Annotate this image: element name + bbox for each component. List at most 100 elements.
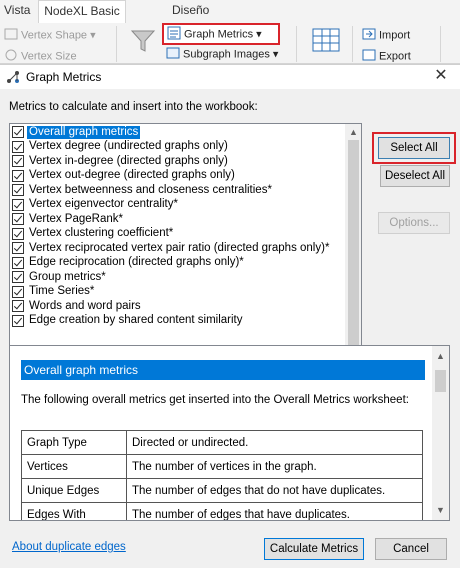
tab-diseno[interactable]: Diseño — [168, 0, 213, 22]
help-scrollbar[interactable]: ▲ ▼ — [432, 346, 449, 520]
ribbon-divider — [440, 26, 441, 62]
subgraph-images-label: Subgraph Images — [183, 48, 270, 61]
import-button[interactable]: Import — [362, 28, 410, 43]
about-duplicate-edges-link[interactable]: About duplicate edges — [12, 541, 126, 553]
vertex-shape-label: Vertex Shape — [21, 29, 88, 42]
export-button[interactable]: Export — [362, 49, 411, 64]
metrics-icon — [167, 26, 181, 43]
cancel-button[interactable]: Cancel — [375, 538, 447, 560]
subgraph-images-button[interactable]: Subgraph Images ▾ — [166, 47, 278, 62]
metric-item[interactable]: Group metrics* — [12, 270, 344, 285]
vertex-size-label: Vertex Size — [21, 50, 77, 63]
ribbon-divider — [116, 26, 117, 62]
help-table-row: Vertices The number of vertices in the gr… — [21, 454, 423, 479]
metric-item[interactable]: Vertex out-degree (directed graphs only) — [12, 169, 344, 184]
calculate-metrics-button[interactable]: Calculate Metrics — [264, 538, 364, 560]
vertex-size-button[interactable]: Vertex Size — [4, 49, 77, 64]
dialog-titlebar: Graph Metrics ✕ — [0, 65, 460, 89]
scroll-down-icon[interactable]: ▼ — [432, 502, 449, 518]
dialog-title: Graph Metrics — [26, 70, 102, 84]
metric-label: Vertex out-degree (directed graphs only) — [29, 169, 235, 182]
help-table-definition: The number of vertices in the graph. — [126, 454, 423, 479]
metric-label: Vertex in-degree (directed graphs only) — [29, 154, 228, 167]
metric-checkbox[interactable] — [12, 314, 24, 327]
graph-metrics-label: Graph Metrics — [184, 28, 254, 41]
metric-checkbox[interactable] — [12, 271, 24, 284]
metric-checkbox[interactable] — [12, 126, 24, 139]
subgraph-icon — [166, 47, 180, 62]
metric-checkbox[interactable] — [12, 169, 24, 182]
metric-item[interactable]: Vertex in-degree (directed graphs only) — [12, 154, 344, 169]
table-icon[interactable] — [312, 28, 340, 55]
metric-checkbox[interactable] — [12, 300, 24, 313]
metric-item[interactable]: Vertex betweenness and closeness central… — [12, 183, 344, 198]
import-icon — [362, 28, 376, 43]
metric-item[interactable]: Vertex degree (undirected graphs only) — [12, 140, 344, 155]
help-table-row: Edges With The number of edges that have … — [21, 502, 423, 520]
metric-label: Edge creation by shared content similari… — [29, 314, 243, 327]
scroll-up-icon[interactable]: ▲ — [345, 124, 361, 140]
metric-item[interactable]: Words and word pairs — [12, 299, 344, 314]
metric-item[interactable]: Overall graph metrics — [12, 125, 344, 140]
help-description: The following overall metrics get insert… — [21, 394, 409, 406]
metric-checkbox[interactable] — [12, 140, 24, 153]
size-icon — [4, 49, 18, 64]
graph-metrics-ribbon-button[interactable]: Graph Metrics ▾ — [162, 23, 280, 45]
help-table-row: Unique Edges The number of edges that do … — [21, 478, 423, 503]
help-table-definition: The number of edges that do not have dup… — [126, 478, 423, 503]
graph-metrics-dialog: Graph Metrics ✕ Metrics to calculate and… — [0, 64, 460, 568]
help-table-definition: Directed or undirected. — [126, 430, 423, 455]
metric-checkbox[interactable] — [12, 213, 24, 226]
metric-label: Vertex betweenness and closeness central… — [29, 183, 272, 196]
deselect-all-button[interactable]: Deselect All — [380, 165, 450, 187]
metric-label: Vertex PageRank* — [29, 212, 123, 225]
metric-label: Edge reciprocation (directed graphs only… — [29, 256, 244, 269]
metrics-instruction: Metrics to calculate and insert into the… — [9, 101, 258, 113]
metric-checkbox[interactable] — [12, 242, 24, 255]
scroll-thumb[interactable] — [348, 140, 359, 376]
close-button[interactable]: ✕ — [430, 66, 452, 86]
help-table: Graph Type Directed or undirected. Vertice… — [21, 430, 423, 520]
metric-label: Vertex reciprocated vertex pair ratio (d… — [29, 241, 330, 254]
metric-label: Vertex clustering coefficient* — [29, 227, 174, 240]
help-heading: Overall graph metrics — [21, 360, 425, 380]
metric-item[interactable]: Vertex PageRank* — [12, 212, 344, 227]
scroll-up-icon[interactable]: ▲ — [432, 348, 449, 364]
metric-item[interactable]: Edge creation by shared content similari… — [12, 314, 344, 329]
options-button[interactable]: Options... — [378, 212, 450, 234]
metric-checkbox[interactable] — [12, 198, 24, 211]
tab-vista[interactable]: Vista — [0, 0, 34, 22]
metric-checkbox[interactable] — [12, 155, 24, 168]
metric-checkbox[interactable] — [12, 184, 24, 197]
metric-item[interactable]: Vertex clustering coefficient* — [12, 227, 344, 242]
metric-label: Vertex eigenvector centrality* — [29, 198, 178, 211]
import-label: Import — [379, 29, 411, 42]
filter-icon[interactable] — [130, 28, 156, 57]
tab-nodexl-basic[interactable]: NodeXL Basic — [38, 0, 126, 23]
export-label: Export — [379, 50, 411, 63]
metric-checkbox[interactable] — [12, 285, 24, 298]
scroll-thumb[interactable] — [435, 370, 446, 392]
metric-item[interactable]: Edge reciprocation (directed graphs only… — [12, 256, 344, 271]
metric-item[interactable]: Vertex reciprocated vertex pair ratio (d… — [12, 241, 344, 256]
help-table-definition: The number of edges that have duplicates… — [126, 502, 423, 520]
help-table-term: Unique Edges — [21, 478, 127, 503]
metric-item[interactable]: Vertex eigenvector centrality* — [12, 198, 344, 213]
select-all-button[interactable]: Select All — [378, 137, 450, 159]
metric-label: Time Series* — [29, 285, 95, 298]
metric-label: Overall graph metrics — [27, 125, 141, 139]
metric-checkbox[interactable] — [12, 227, 24, 240]
ribbon: Vista NodeXL Basic Diseño Vertex Shape ▾… — [0, 0, 460, 64]
app-icon — [6, 70, 20, 84]
vertex-shape-button[interactable]: Vertex Shape ▾ — [4, 28, 96, 43]
ribbon-divider — [296, 26, 297, 62]
help-table-term: Edges With — [21, 502, 127, 520]
metric-label: Group metrics* — [29, 270, 106, 283]
help-table-term: Graph Type — [21, 430, 127, 455]
ribbon-divider — [352, 26, 353, 62]
metric-checkbox[interactable] — [12, 256, 24, 269]
export-icon — [362, 49, 376, 64]
help-panel: Overall graph metrics The following over… — [9, 345, 450, 521]
metric-label: Vertex degree (undirected graphs only) — [29, 140, 228, 153]
metric-item[interactable]: Time Series* — [12, 285, 344, 300]
